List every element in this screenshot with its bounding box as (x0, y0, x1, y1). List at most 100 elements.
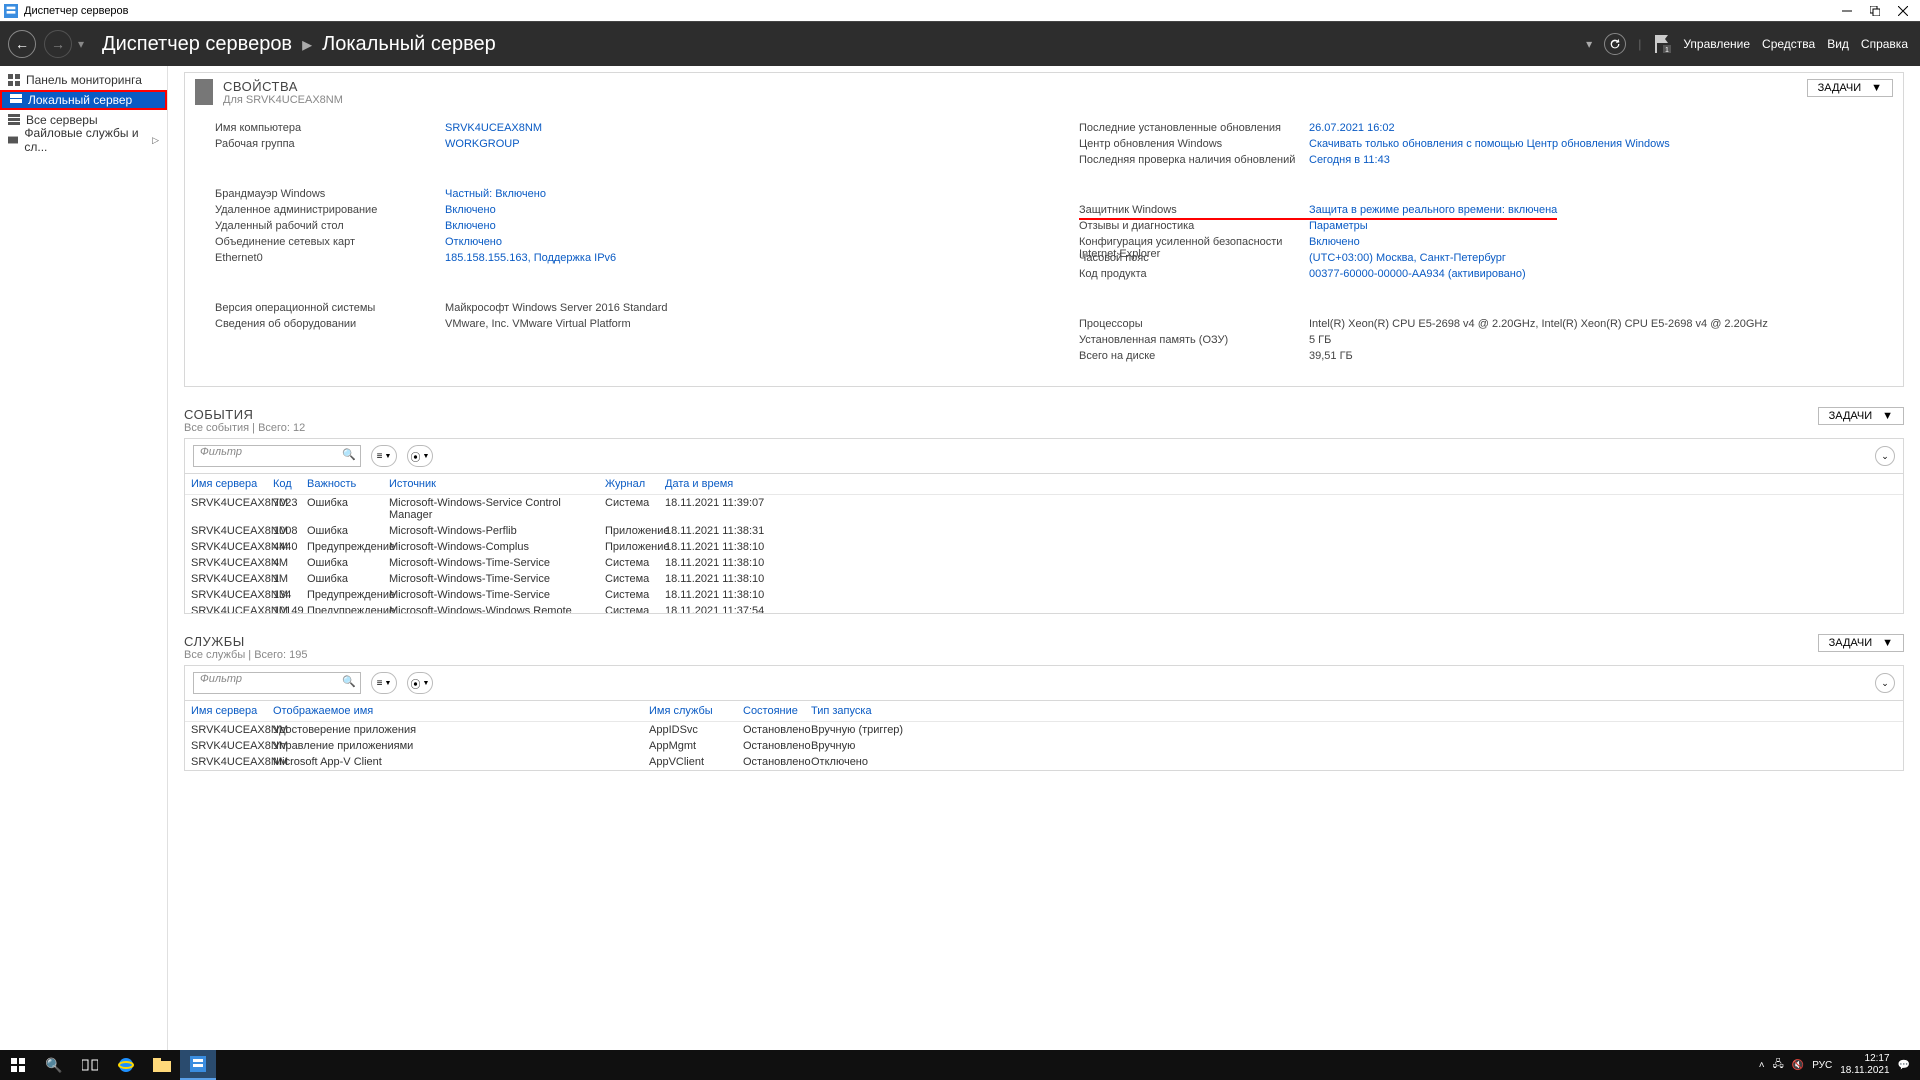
property-value[interactable]: Отключено (445, 236, 502, 252)
search-button[interactable]: 🔍 (36, 1050, 72, 1080)
property-value[interactable]: Защита в режиме реального времени: включ… (1309, 204, 1557, 220)
property-label: Конфигурация усиленной безопасности Inte… (1079, 236, 1309, 252)
refresh-icon[interactable] (1604, 33, 1626, 55)
events-filter-input[interactable]: Фильтр 🔍 (193, 445, 361, 467)
property-value[interactable]: Включено (445, 204, 496, 220)
events-col-log[interactable]: Журнал (605, 478, 665, 490)
services-filter-input[interactable]: Фильтр 🔍 (193, 672, 361, 694)
property-value[interactable]: Параметры (1309, 220, 1368, 236)
task-view-button[interactable] (72, 1050, 108, 1080)
services-query-button[interactable]: ⦿ ▼ (407, 672, 433, 694)
table-row[interactable]: SRVK4UCEAX8NMMicrosoft App-V ClientAppVC… (185, 754, 1903, 770)
property-value[interactable]: 00377-60000-00000-AA934 (активировано) (1309, 268, 1526, 284)
table-row[interactable]: SRVK4UCEAX8NMУправление приложениямиAppM… (185, 738, 1903, 754)
property-value[interactable]: Включено (445, 220, 496, 236)
taskbar-server-manager-icon[interactable] (180, 1050, 216, 1080)
events-col-code[interactable]: Код (273, 478, 307, 490)
cell: 4 (273, 557, 307, 569)
property-label: Удаленный рабочий стол (215, 220, 445, 236)
property-label: Последняя проверка наличия обновлений (1079, 154, 1309, 170)
services-view-options-button[interactable]: ≡ ▼ (371, 672, 397, 694)
cell: Microsoft-Windows-Service Control Manage… (389, 497, 605, 521)
sidebar-item-file-services[interactable]: Файловые службы и сл... ▷ (0, 130, 167, 150)
menu-help[interactable]: Справка (1861, 37, 1908, 51)
table-row[interactable]: SRVK4UCEAX8NM134ПредупреждениеMicrosoft-… (185, 587, 1903, 603)
tray-notifications-icon[interactable]: 💬 (1898, 1060, 1910, 1071)
tray-language[interactable]: РУС (1812, 1060, 1832, 1071)
table-row[interactable]: SRVK4UCEAX8NM4ОшибкаMicrosoft-Windows-Ti… (185, 555, 1903, 571)
property-label: Всего на диске (1079, 350, 1309, 366)
property-row: ПроцессорыIntel(R) Xeon(R) CPU E5-2698 v… (1079, 318, 1883, 334)
table-row[interactable]: SRVK4UCEAX8NM4440ПредупреждениеMicrosoft… (185, 539, 1903, 555)
menu-manage[interactable]: Управление (1683, 37, 1750, 51)
cell: Отключено (811, 756, 951, 768)
sidebar-item-local-server[interactable]: Локальный сервер (0, 90, 167, 110)
cell: Система (605, 557, 665, 569)
property-value[interactable]: Включено (1309, 236, 1360, 252)
nav-dropdown-icon[interactable]: ▾ (78, 37, 84, 51)
services-col-display[interactable]: Отображаемое имя (273, 705, 649, 717)
menu-view[interactable]: Вид (1827, 37, 1849, 51)
property-value[interactable]: Скачивать только обновления с помощью Це… (1309, 138, 1670, 154)
events-col-server[interactable]: Имя сервера (191, 478, 273, 490)
taskbar-ie-icon[interactable] (108, 1050, 144, 1080)
cell: 18.11.2021 11:38:31 (665, 525, 805, 537)
property-value[interactable]: SRVK4UCEAX8NM (445, 122, 542, 138)
tray-clock[interactable]: 12:17 18.11.2021 (1840, 1053, 1889, 1077)
flag-icon[interactable]: 1 (1653, 33, 1671, 55)
property-value[interactable]: 26.07.2021 16:02 (1309, 122, 1395, 138)
events-col-severity[interactable]: Важность (307, 478, 389, 490)
property-row (215, 154, 1019, 188)
table-row[interactable]: SRVK4UCEAX8NM1ОшибкаMicrosoft-Windows-Ti… (185, 571, 1903, 587)
table-row[interactable]: SRVK4UCEAX8NM1008ОшибкаMicrosoft-Windows… (185, 523, 1903, 539)
sidebar-item-dashboard[interactable]: Панель мониторинга (0, 70, 167, 90)
server-manager-icon (4, 4, 18, 18)
property-value[interactable]: WORKGROUP (445, 138, 520, 154)
property-value[interactable]: 185.158.155.163, Поддержка IPv6 (445, 252, 616, 268)
property-value[interactable]: Сегодня в 11:43 (1309, 154, 1390, 170)
property-value[interactable]: (UTC+03:00) Москва, Санкт-Петербург (1309, 252, 1506, 268)
events-col-datetime[interactable]: Дата и время (665, 478, 805, 490)
menu-tools[interactable]: Средства (1762, 37, 1815, 51)
events-query-button[interactable]: ⦿ ▼ (407, 445, 433, 467)
property-row: Конфигурация усиленной безопасности Inte… (1079, 236, 1883, 252)
nav-forward-button[interactable]: → (44, 30, 72, 58)
cell: Ошибка (307, 525, 389, 537)
search-icon[interactable]: 🔍 (342, 448, 356, 461)
services-col-server[interactable]: Имя сервера (191, 705, 273, 717)
close-button[interactable] (1896, 4, 1910, 18)
tray-network-icon[interactable]: 🖧 (1773, 1057, 1784, 1074)
table-row[interactable]: SRVK4UCEAX8NM10149ПредупреждениеMicrosof… (185, 603, 1903, 613)
property-row: Код продукта00377-60000-00000-AA934 (акт… (1079, 268, 1883, 284)
table-row[interactable]: SRVK4UCEAX8NMУдостоверение приложенияApp… (185, 722, 1903, 738)
services-col-startup[interactable]: Тип запуска (811, 705, 951, 717)
properties-tile: СВОЙСТВА Для SRVK4UCEAX8NM ЗАДАЧИ ▼ Имя … (184, 72, 1904, 387)
cell: SRVK4UCEAX8NM (191, 497, 273, 521)
services-col-name[interactable]: Имя службы (649, 705, 743, 717)
cell: Ошибка (307, 573, 389, 585)
property-value[interactable]: Частный: Включено (445, 188, 546, 204)
table-row[interactable]: SRVK4UCEAX8NM7023ОшибкаMicrosoft-Windows… (185, 495, 1903, 523)
nav-back-button[interactable]: ← (8, 30, 36, 58)
ribbon-dropdown-icon[interactable]: ▾ (1586, 37, 1592, 51)
events-tasks-button[interactable]: ЗАДАЧИ ▼ (1818, 407, 1904, 425)
file-services-icon (8, 134, 18, 146)
tray-chevron-up-icon[interactable]: ˄ (1759, 1060, 1765, 1071)
events-view-options-button[interactable]: ≡ ▼ (371, 445, 397, 467)
services-tasks-button[interactable]: ЗАДАЧИ ▼ (1818, 634, 1904, 652)
events-expand-button[interactable]: ⌄ (1875, 446, 1895, 466)
taskbar-explorer-icon[interactable] (144, 1050, 180, 1080)
maximize-button[interactable] (1868, 4, 1882, 18)
property-row (215, 268, 1019, 302)
minimize-button[interactable] (1840, 4, 1854, 18)
tray-volume-icon[interactable]: 🔇 (1792, 1060, 1804, 1071)
cell: Остановлено (743, 724, 811, 736)
search-icon[interactable]: 🔍 (342, 675, 356, 688)
taskbar: 🔍 ˄ 🖧 🔇 РУС 12:17 18.11.2021 💬 (0, 1050, 1920, 1080)
breadcrumb-root[interactable]: Диспетчер серверов (102, 33, 292, 56)
start-button[interactable] (0, 1050, 36, 1080)
services-expand-button[interactable]: ⌄ (1875, 673, 1895, 693)
services-col-state[interactable]: Состояние (743, 705, 811, 717)
properties-tasks-button[interactable]: ЗАДАЧИ ▼ (1807, 79, 1893, 97)
events-col-source[interactable]: Источник (389, 478, 605, 490)
